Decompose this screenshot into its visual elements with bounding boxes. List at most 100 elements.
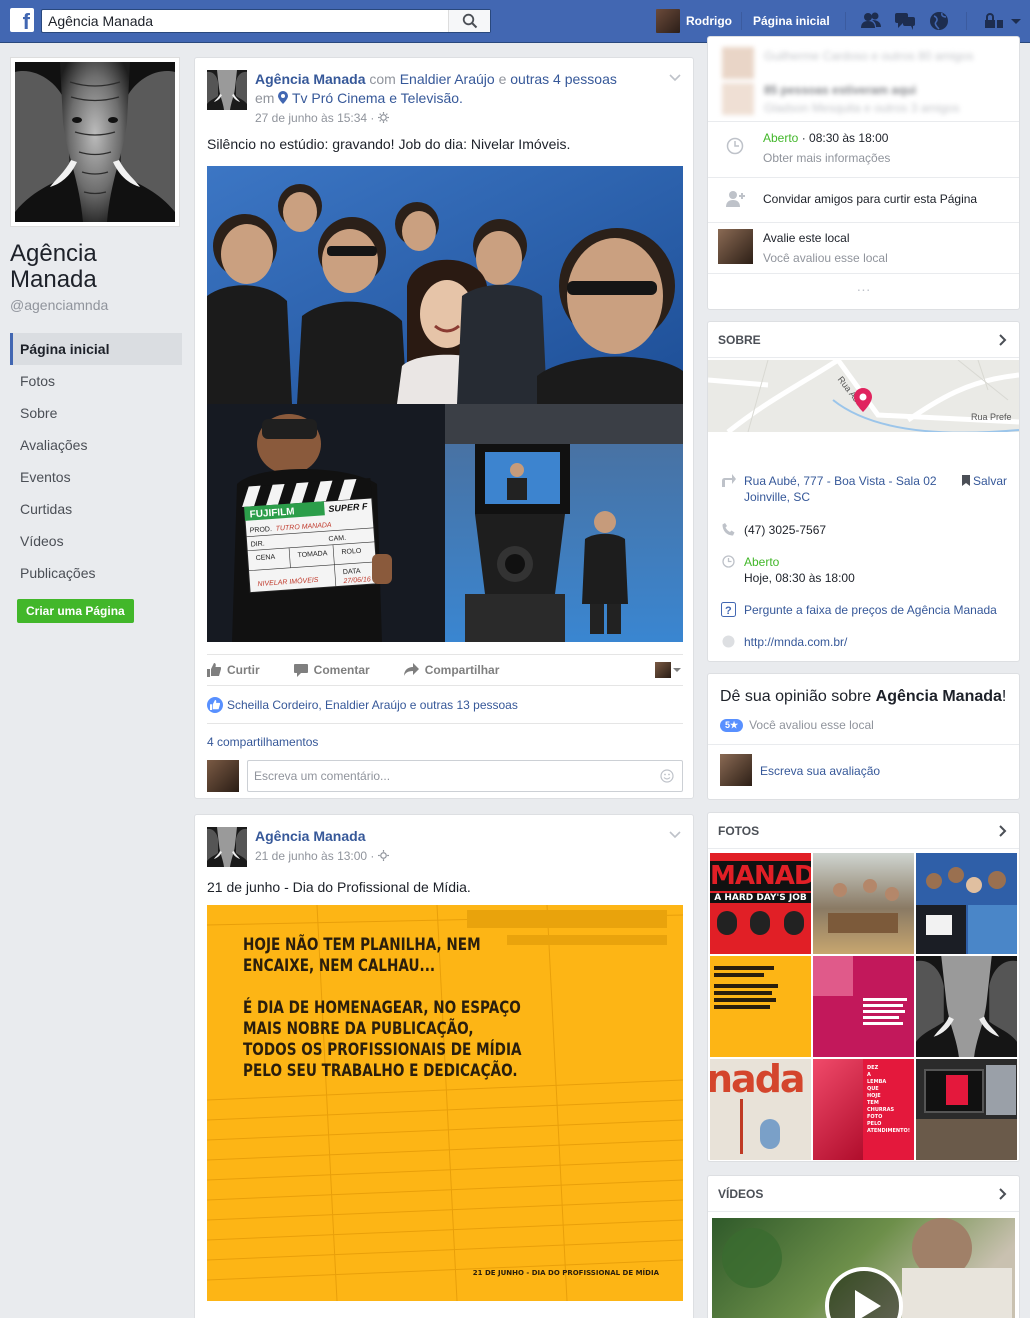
open-status: Aberto <box>763 131 799 145</box>
more-options-dots[interactable]: ··· <box>708 281 1019 297</box>
group-selfie-photo <box>207 166 683 404</box>
nav-item-posts[interactable]: Publicações <box>10 557 182 589</box>
page-profile-picture[interactable] <box>10 57 180 227</box>
nav-item-photos[interactable]: Fotos <box>10 365 182 397</box>
hours-range: · 08:30 às 18:00 <box>798 131 889 145</box>
photo-thumbnail[interactable] <box>916 956 1017 1057</box>
nav-item-likes[interactable]: Curtidas <box>10 493 182 525</box>
post-timestamp[interactable]: 21 de junho às 13:00 · <box>255 849 374 863</box>
phone-row[interactable]: (47) 3025-7567 <box>708 522 1019 544</box>
videos-header[interactable]: VÍDEOS <box>708 1176 1019 1212</box>
thumb-text: QUE <box>867 1086 879 1092</box>
post-options-chevron-icon[interactable] <box>669 829 681 841</box>
videos-card: VÍDEOS <box>707 1175 1020 1318</box>
at-word: em <box>255 90 275 106</box>
write-review-link[interactable]: Escreva sua avaliação <box>760 764 880 778</box>
thumb-text: A <box>867 1072 871 1078</box>
home-link[interactable]: Página inicial <box>753 14 830 28</box>
photo-thumbnail[interactable]: nada <box>710 1059 811 1160</box>
review-title-page[interactable]: Agência Manada <box>876 688 1002 705</box>
nav-item-reviews[interactable]: Avaliações <box>10 429 182 461</box>
location-link[interactable]: Tv Pró Cinema e Televisão. <box>292 90 463 106</box>
page-username: @agenciamnda <box>10 297 109 313</box>
photo-thumbnail[interactable] <box>916 853 1017 954</box>
post-photo-collage[interactable]: FUJIFILM SUPER F PROD. DIR. CAM. CENA TO… <box>207 166 683 642</box>
comment-composer: Escreva um comentário... <box>207 760 683 792</box>
website-row[interactable]: http://mnda.com.br/ <box>708 634 1019 656</box>
messages-icon[interactable] <box>894 10 916 32</box>
checkins-text: 85 pessoas estiveram aqui <box>764 83 917 97</box>
tagged-person-link[interactable]: Enaldier Araújo <box>400 71 495 87</box>
post-author-link[interactable]: Agência Manada <box>255 71 365 87</box>
settings-dropdown-icon[interactable] <box>982 10 1022 32</box>
post-options-chevron-icon[interactable] <box>669 72 681 84</box>
video-thumbnail[interactable] <box>712 1218 1015 1318</box>
today-hours: Hoje, 08:30 às 18:00 <box>744 571 855 585</box>
photo-thumbnail[interactable] <box>916 1059 1017 1160</box>
nav-item-home[interactable]: Página inicial <box>10 333 182 365</box>
question-icon: ? <box>721 602 736 617</box>
clock-icon <box>722 555 735 568</box>
like-button[interactable]: Curtir <box>207 663 260 677</box>
post-as-selector[interactable] <box>655 662 683 678</box>
save-place-button[interactable]: Salvar <box>961 474 1007 488</box>
page-title[interactable]: Agência Manada <box>10 241 182 293</box>
hours-detail-row[interactable]: Aberto Hoje, 08:30 às 18:00 <box>708 554 1019 588</box>
photo-thumbnail[interactable] <box>710 956 811 1057</box>
page-title-line: Agência <box>10 240 97 267</box>
clock-icon <box>726 137 744 155</box>
photo-thumbnail[interactable]: DEZ A LEMBA QUE HOJE TEM CHURRAS FOTO PELO ATENDI… <box>813 1059 914 1160</box>
clapper-cena: CENA <box>255 554 275 562</box>
more-info-link[interactable]: Obter mais informações <box>763 151 890 165</box>
post-timestamp[interactable]: 27 de junho às 15:34 · <box>255 111 374 125</box>
address-row[interactable]: Rua Aubé, 777 - Boa Vista - Sala 02 Join… <box>708 472 1019 512</box>
globe-notifications-icon[interactable] <box>928 10 950 32</box>
shares-count-link[interactable]: 4 compartilhamentos <box>207 735 318 749</box>
photo-thumbnail[interactable]: MANADA A HARD DAY'S JOB <box>710 853 811 954</box>
reactions-summary[interactable]: Scheilla Cordeiro, Enaldier Araújo e out… <box>207 686 683 724</box>
user-avatar <box>720 754 752 786</box>
price-range-row[interactable]: ? Pergunte a faixa de preços de Agência … <box>708 602 1019 624</box>
invite-friends-row[interactable]: Convidar amigos para curtir esta Página <box>708 178 1019 222</box>
post-author-avatar[interactable] <box>207 70 247 110</box>
poster-line: É DIA DE HOMENAGEAR, NO ESPAÇO <box>243 998 521 1018</box>
post-poster-image[interactable]: HOJE NÃO TEM PLANILHA, NEM ENCAIXE, NEM … <box>207 905 683 1301</box>
nav-item-events[interactable]: Eventos <box>10 461 182 493</box>
profile-link[interactable]: Rodrigo <box>656 9 732 33</box>
location-pin-icon <box>278 91 289 104</box>
nav-item-videos[interactable]: Vídeos <box>10 525 182 557</box>
friend-requests-icon[interactable] <box>860 10 882 32</box>
hours-row[interactable]: Aberto · 08:30 às 18:00 Obter mais infor… <box>708 129 1019 169</box>
about-header[interactable]: SOBRE <box>708 322 1019 358</box>
create-page-button[interactable]: Criar uma Página <box>17 599 134 623</box>
post-author-avatar[interactable] <box>207 827 247 867</box>
comment-input[interactable]: Escreva um comentário... <box>247 760 683 792</box>
photo-thumbnail[interactable] <box>813 956 914 1057</box>
comment-button[interactable]: Comentar <box>293 663 370 677</box>
nav-item-about[interactable]: Sobre <box>10 397 182 429</box>
emoji-icon[interactable] <box>660 769 674 783</box>
share-button[interactable]: Compartilhar <box>403 663 499 677</box>
photos-header[interactable]: FOTOS <box>708 813 1019 849</box>
location-map[interactable]: Rua Aubé Rua Prefe <box>708 360 1019 432</box>
post-author-link[interactable]: Agência Manada <box>255 828 365 844</box>
tagged-others-link[interactable]: outras 4 pessoas <box>510 71 617 87</box>
website-link: http://mnda.com.br/ <box>744 635 848 649</box>
rate-title: Avalie este local <box>763 231 850 245</box>
post-action-bar: Curtir Comentar Compartilhar <box>207 654 683 686</box>
review-title-text: Dê sua opinião sobre <box>720 688 876 705</box>
facebook-logo-icon[interactable]: f <box>10 8 34 32</box>
public-audience-icon[interactable] <box>377 850 389 861</box>
map-street-label: Rua Prefe <box>971 412 1012 422</box>
post-text: Silêncio no estúdio: gravando! Job do di… <box>207 136 571 152</box>
comment-label: Comentar <box>313 663 370 677</box>
search-button[interactable] <box>448 10 490 32</box>
poster-line: HOJE NÃO TEM PLANILHA, NEM <box>243 935 481 955</box>
photo-thumbnail[interactable] <box>813 853 914 954</box>
friends-text: Guilherme Cardoso e outros 80 amigos <box>764 49 974 63</box>
rate-place-row[interactable]: Avalie este local Você avaliou esse loca… <box>708 223 1019 273</box>
search-input[interactable] <box>42 10 442 32</box>
and-word: e <box>498 71 507 87</box>
public-audience-icon[interactable] <box>377 112 389 123</box>
play-button-icon[interactable] <box>824 1266 904 1318</box>
